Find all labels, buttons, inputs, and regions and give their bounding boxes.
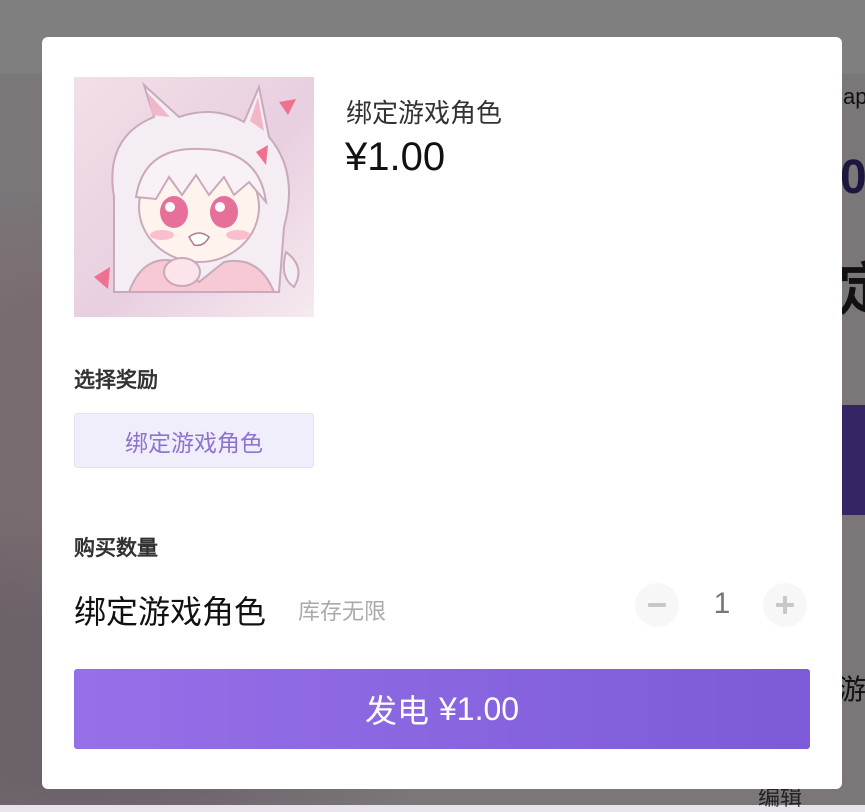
increase-quantity-button[interactable]	[763, 583, 807, 627]
product-name: 绑定游戏角色	[346, 98, 503, 128]
reward-option[interactable]: 绑定游戏角色	[74, 413, 314, 468]
pay-button[interactable]: 发电 ¥1.00	[74, 669, 810, 749]
pay-button-amount: ¥1.00	[438, 690, 520, 727]
quantity-value[interactable]: 1	[692, 587, 752, 621]
product-price: ¥1.00	[345, 135, 446, 179]
product-cover-image	[74, 77, 314, 317]
quantity-item-name: 绑定游戏角色	[74, 594, 267, 630]
decrease-quantity-button[interactable]	[635, 583, 679, 627]
minus-icon	[648, 603, 666, 607]
reward-section-title: 选择奖励	[74, 369, 158, 392]
purchase-dialog: 绑定游戏角色 ¥1.00 选择奖励 绑定游戏角色 购买数量 绑定游戏角色 库存无…	[42, 37, 842, 789]
plus-icon	[776, 596, 794, 614]
stock-status: 库存无限	[298, 599, 387, 624]
pay-button-label: 发电	[364, 693, 429, 729]
quantity-section-title: 购买数量	[74, 537, 158, 560]
